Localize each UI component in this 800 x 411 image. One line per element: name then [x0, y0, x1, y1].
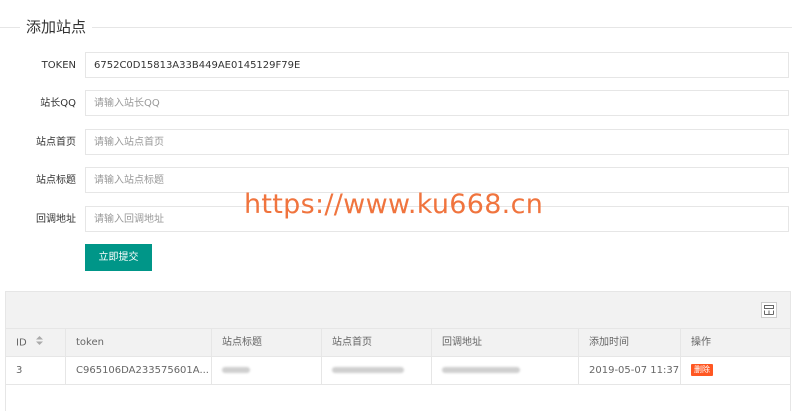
- qq-input[interactable]: [85, 90, 789, 116]
- col-token-header: token: [66, 329, 212, 356]
- sites-table: ID token 站点标题 站点首页 回调地址 添加时间 操作 3 C96510…: [5, 291, 791, 411]
- token-label: TOKEN: [41, 60, 76, 71]
- row-id: 3: [6, 357, 66, 384]
- blurred-text: [222, 367, 250, 373]
- blurred-text: [332, 367, 404, 373]
- token-input[interactable]: [85, 52, 789, 78]
- col-id-header[interactable]: ID: [6, 329, 66, 356]
- row-homepage-blurred: [322, 357, 432, 384]
- blurred-text: [442, 367, 520, 373]
- col-id-label: ID: [16, 337, 27, 349]
- sort-icon[interactable]: [35, 329, 43, 356]
- form-row-token: TOKEN: [0, 52, 800, 80]
- row-action: 删除: [681, 357, 790, 384]
- callback-label: 回调地址: [36, 214, 76, 225]
- homepage-input[interactable]: [85, 129, 789, 155]
- row-token: C965106DA233575601A...: [66, 357, 212, 384]
- table-row: 3 C965106DA233575601A... 2019-05-07 11:3…: [6, 357, 790, 385]
- form-row-homepage: 站点首页: [0, 129, 800, 157]
- watermark-text: https://www.ku668.cn: [244, 189, 544, 220]
- col-action-header: 操作: [691, 337, 711, 348]
- homepage-label: 站点首页: [36, 137, 76, 148]
- row-callback-blurred: [432, 357, 579, 384]
- delete-button[interactable]: 删除: [691, 364, 713, 376]
- column-filter-icon[interactable]: [761, 302, 777, 318]
- row-created: 2019-05-07 11:37:5: [579, 357, 681, 384]
- site-title-label: 站点标题: [36, 175, 76, 186]
- col-callback-header: 回调地址: [432, 329, 579, 356]
- row-site-title-blurred: [212, 357, 322, 384]
- table-toolbar: [6, 292, 790, 329]
- form-divider: [0, 27, 792, 28]
- col-site-title-header: 站点标题: [212, 329, 322, 356]
- form-row-qq: 站长QQ: [0, 90, 800, 118]
- submit-button[interactable]: 立即提交: [85, 244, 152, 271]
- col-created-header: 添加时间: [579, 329, 681, 356]
- table-header: ID token 站点标题 站点首页 回调地址 添加时间 操作: [6, 329, 790, 357]
- qq-label: 站长QQ: [40, 98, 76, 109]
- col-homepage-header: 站点首页: [322, 329, 432, 356]
- form-title: 添加站点: [20, 17, 93, 37]
